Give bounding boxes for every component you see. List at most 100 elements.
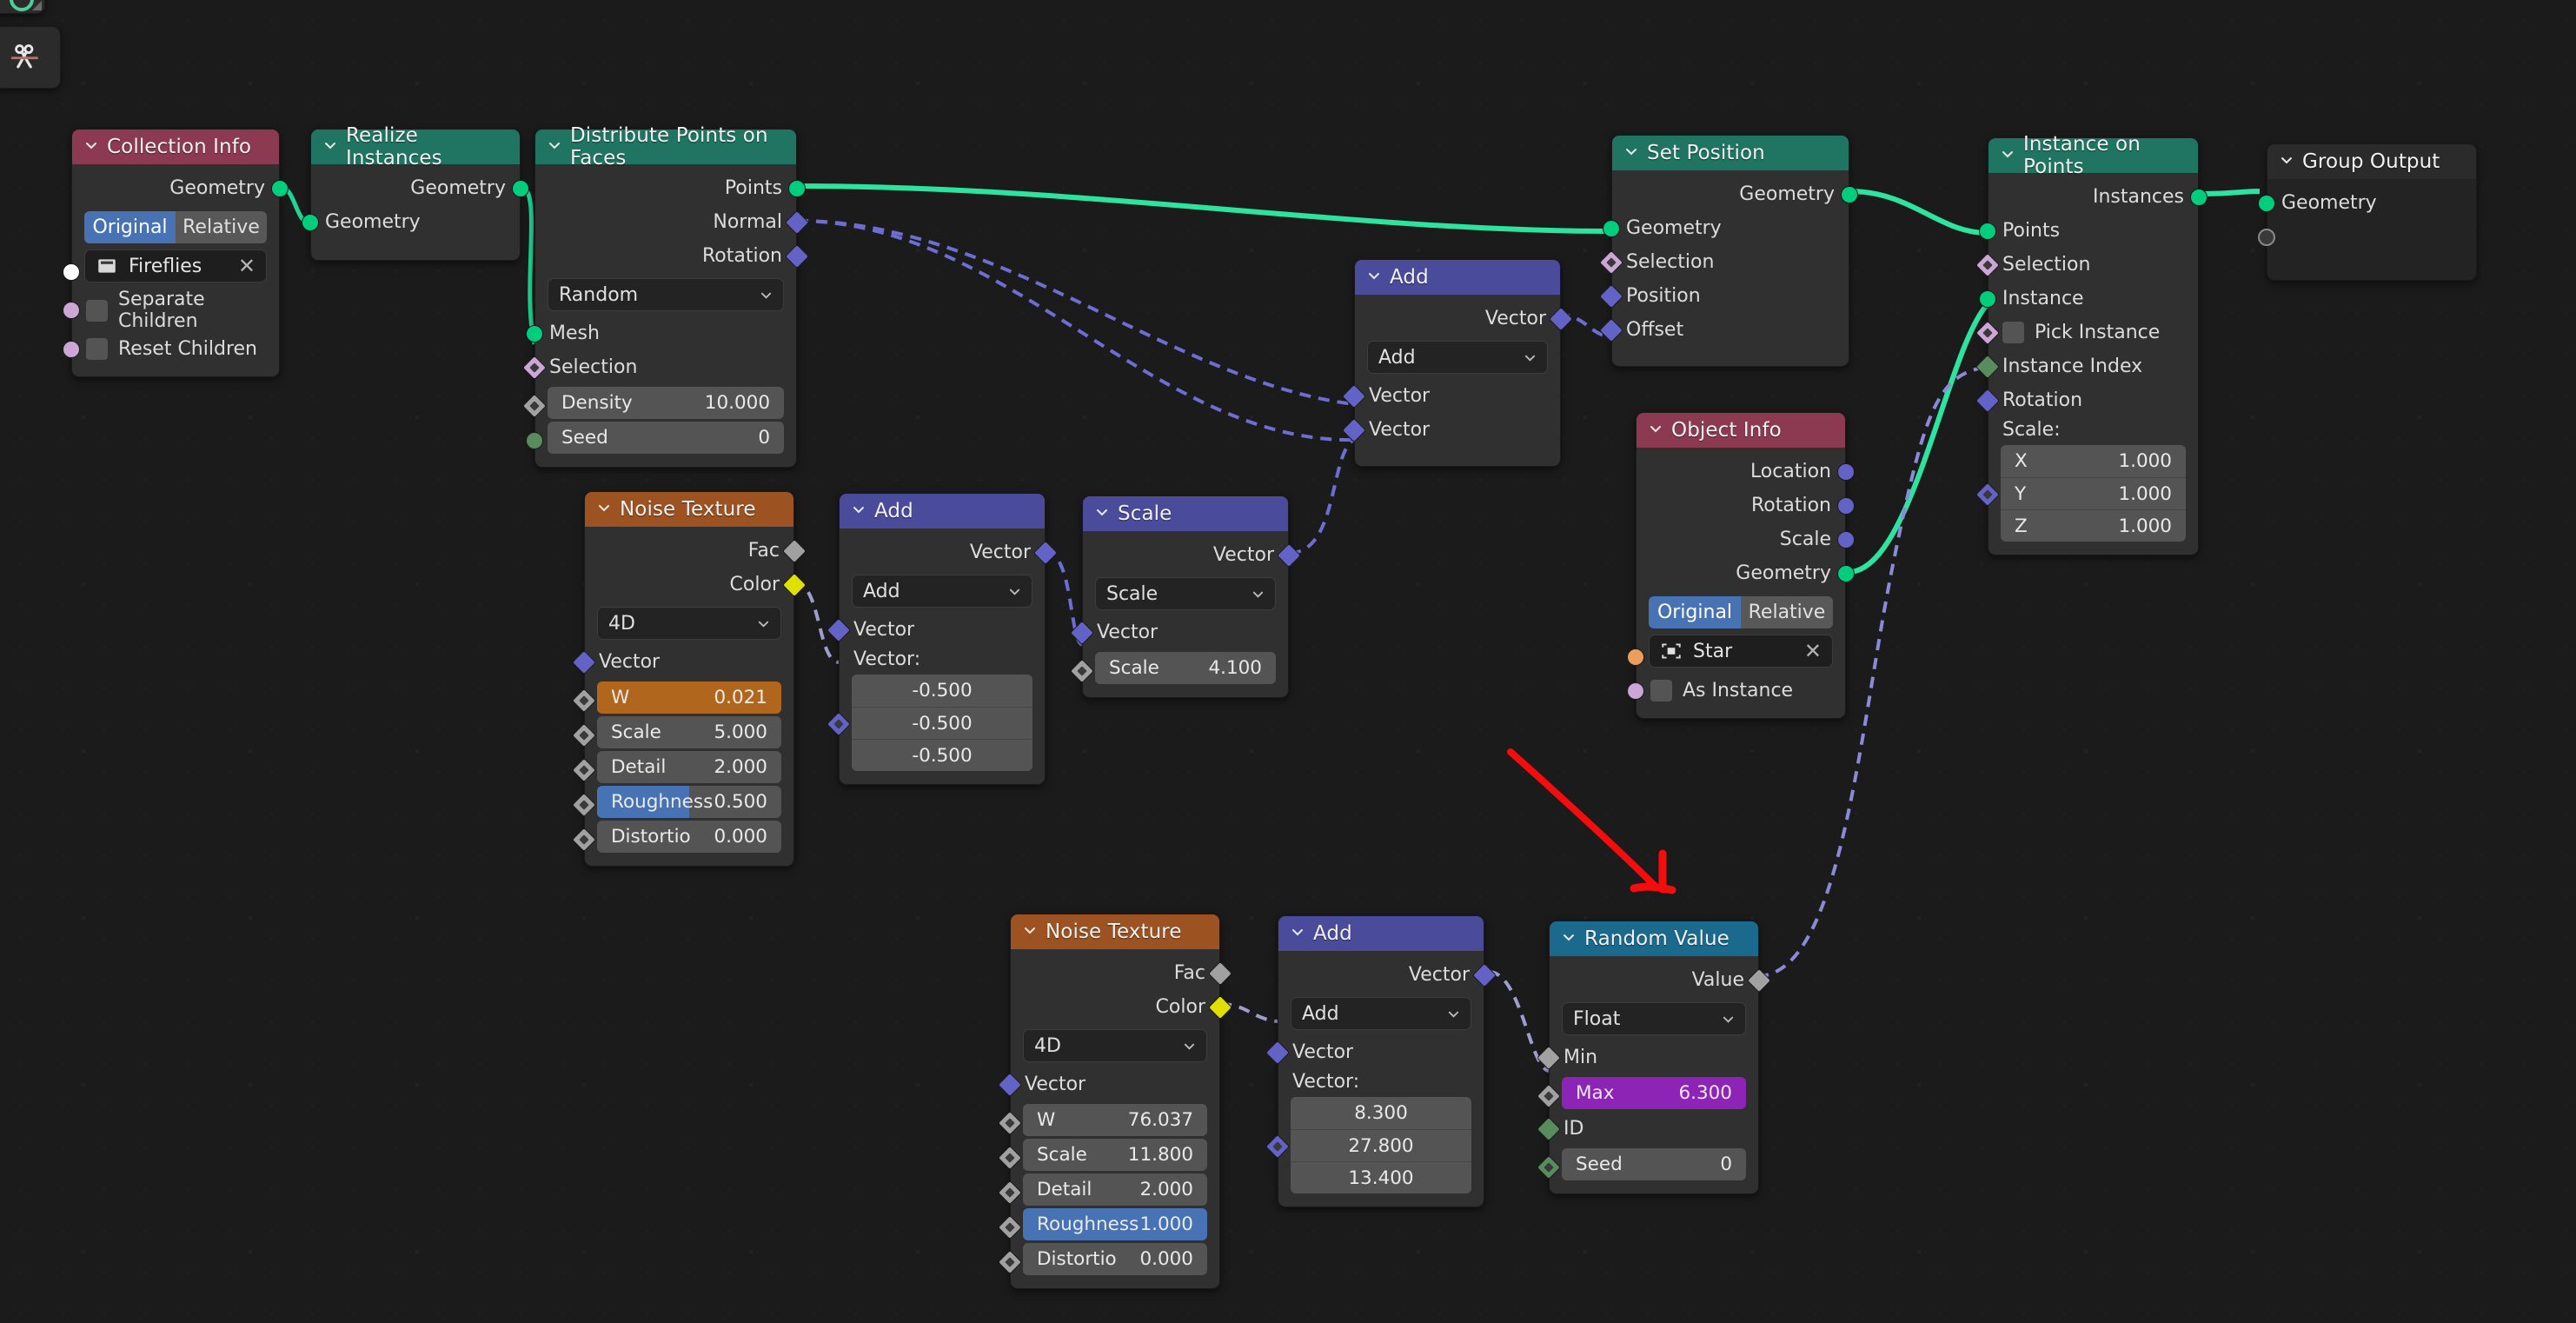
socket-row-fac-out[interactable]: Fac [585,534,807,568]
vector-z-field[interactable]: -0.500 [852,739,1032,771]
socket-row-separate-children[interactable]: Separate Children [63,289,279,332]
node-add-vector-bottom[interactable]: Add Vector Add Vector Vector: 8.300 27.8… [1265,915,1497,1207]
socket-row-normal-out[interactable]: Normal [535,205,810,239]
pick-instance-checkbox[interactable] [2002,322,2024,343]
noise-dimensions-dropdown[interactable]: 4D [597,607,781,640]
socket-max-input[interactable] [1536,1083,1562,1109]
node-header[interactable]: Object Info [1637,413,1845,448]
socket-density-input[interactable] [521,393,548,419]
socket-row-color-out[interactable]: Color [1011,990,1233,1024]
socket-row-geometry-out[interactable]: Geometry [72,171,289,205]
socket-rotation-input[interactable] [1975,388,2001,413]
node-header[interactable]: Add [1278,916,1484,951]
socket-mesh-input[interactable] [526,324,543,342]
toggle-original[interactable]: Original [1649,596,1741,628]
as-instance-checkbox[interactable] [1650,680,1672,701]
socket-row-offset-in[interactable]: Offset [1598,313,1849,347]
vector-math-operation-dropdown[interactable]: Scale [1095,577,1276,610]
detail-field[interactable]: Detail 2.000 [597,751,781,783]
node-header[interactable]: Noise Texture [585,492,793,527]
random-value-datatype-dropdown[interactable]: Float [1562,1002,1746,1035]
socket-vector-input-1[interactable] [1341,383,1367,409]
socket-row-color-out[interactable]: Color [585,568,807,602]
node-add-vector-top[interactable]: Add Vector Add Vector Vector [1341,259,1574,467]
socket-geometry-output[interactable] [271,179,289,197]
socket-scale-input[interactable] [1069,658,1095,684]
socket-row-vector-in[interactable]: Vector [1069,615,1288,649]
toggle-relative[interactable]: Relative [176,211,267,243]
socket-instance-index[interactable] [1975,354,2001,379]
socket-row-geometry-out[interactable]: Geometry [1637,556,1855,590]
space-toggle[interactable]: Original Relative [1649,596,1833,628]
max-field[interactable]: Max 6.300 [1562,1077,1746,1109]
vector-math-operation-dropdown[interactable]: Add [852,575,1032,608]
node-header[interactable]: Realize Instances [311,124,520,170]
socket-selection-input[interactable] [1598,249,1624,275]
socket-row-value-out[interactable]: Value [1550,963,1772,997]
node-distribute-points-on-faces[interactable]: Distribute Points on Faces Points Normal… [521,124,810,468]
vector-x-field[interactable]: -0.500 [852,675,1032,707]
socket-row-position-in[interactable]: Position [1598,279,1849,313]
socket-geometry-input[interactable] [2258,194,2275,212]
socket-vector-input[interactable] [997,1072,1023,1097]
socket-color-output[interactable] [1207,994,1233,1020]
toggle-original[interactable]: Original [84,211,176,243]
socket-geometry-output[interactable] [512,179,529,197]
socket-vector-input[interactable] [571,649,597,675]
socket-detail-input[interactable] [571,757,597,783]
vector-y-field[interactable]: 27.800 [1291,1129,1471,1161]
socket-row-location-out[interactable]: Location [1637,455,1855,489]
chevron-down-icon[interactable] [548,138,561,152]
socket-row-geometry-out[interactable]: Geometry [1612,177,1858,211]
socket-row-mesh-in[interactable]: Mesh [526,316,796,350]
clear-collection-icon[interactable]: ✕ [238,254,256,278]
scale-z-field[interactable]: Z 1.000 [2001,509,2186,542]
socket-normal-output[interactable] [784,209,810,235]
socket-geometry-input[interactable] [302,213,319,231]
socket-row-instance-index[interactable]: Instance Index [1975,349,2198,383]
chevron-down-icon[interactable] [323,138,337,152]
w-field[interactable]: W 0.021 [597,681,781,714]
scale-field[interactable]: Scale 5.000 [597,716,781,748]
socket-separate-children[interactable] [63,302,80,319]
node-instance-on-points[interactable]: Instance on Points Instances Points Sele… [1975,133,2208,555]
node-noise-texture-top[interactable]: Noise Texture Fac Color 4D Vector W 0.02… [571,491,807,867]
socket-points-output[interactable] [788,179,806,197]
socket-vector-output[interactable] [1032,540,1059,565]
socket-row-vector-out[interactable]: Vector [1083,538,1302,572]
socket-vector-input-1[interactable] [1265,1040,1291,1065]
node-header[interactable]: Instance on Points [1988,133,2198,178]
node-header[interactable]: Add [840,494,1045,529]
vector-x-field[interactable]: 8.300 [1291,1097,1471,1129]
socket-row-geometry-in[interactable]: Geometry [1603,211,1849,245]
socket-vector-input-2[interactable] [826,711,852,737]
node-header[interactable]: Random Value [1550,921,1758,956]
node-header[interactable]: Set Position [1612,136,1849,170]
clear-object-icon[interactable]: ✕ [1804,639,1822,663]
chevron-down-icon[interactable] [597,501,611,515]
socket-object-input[interactable] [1627,648,1644,666]
socket-distortion-input[interactable] [571,827,597,853]
socket-fac-output[interactable] [781,538,807,563]
socket-detail-input[interactable] [997,1180,1023,1206]
socket-collection-input[interactable] [63,263,80,281]
socket-distortion-input[interactable] [997,1249,1023,1275]
node-scale-vector[interactable]: Scale Vector Scale Vector Scale 4.100 [1069,495,1302,698]
socket-roughness-input[interactable] [571,792,597,818]
socket-instance-input[interactable] [1979,289,1996,308]
socket-points-input[interactable] [1979,222,1996,240]
toggle-relative[interactable]: Relative [1741,596,1833,628]
chevron-down-icon[interactable] [1095,505,1109,519]
w-field[interactable]: W 76.037 [1023,1104,1207,1136]
node-object-info[interactable]: Object Info Location Rotation Scale Geom… [1627,412,1855,719]
socket-position-input[interactable] [1598,283,1624,309]
socket-row-rotation-out[interactable]: Rotation [1637,489,1855,522]
socket-row-vector-in-1[interactable]: Vector [826,613,1045,647]
seed-field[interactable]: Seed 0 [1562,1148,1746,1180]
socket-instances-output[interactable] [2190,188,2208,206]
distribute-method-dropdown[interactable]: Random [548,278,784,311]
socket-geometry-input[interactable] [1603,219,1620,237]
scale-field[interactable]: Scale 4.100 [1095,652,1276,684]
chevron-down-icon[interactable] [2280,153,2294,167]
socket-row-geometry-out[interactable]: Geometry [311,171,529,205]
